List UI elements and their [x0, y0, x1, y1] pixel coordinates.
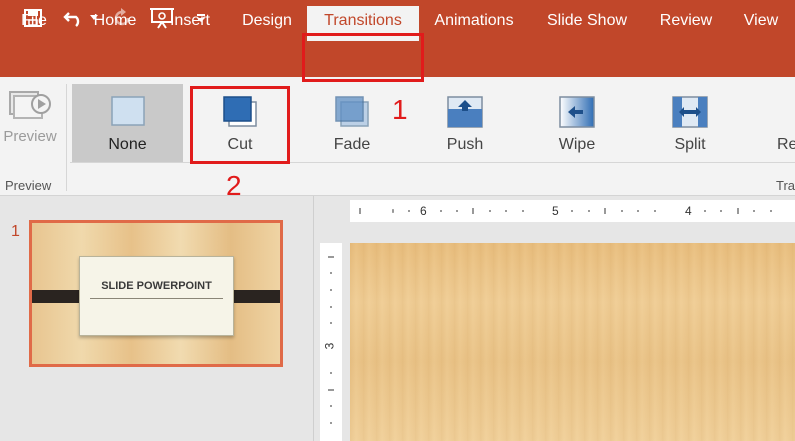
undo-icon[interactable]	[62, 6, 86, 30]
transition-push[interactable]: Push	[414, 84, 516, 162]
tab-insert[interactable]: Insert	[160, 0, 220, 41]
transition-wipe[interactable]: Wipe	[526, 84, 628, 162]
preview-button-label: Preview	[3, 128, 57, 145]
ruler-mark-6: 6	[420, 204, 427, 218]
gallery-divider	[70, 162, 795, 163]
tab-home[interactable]: Home	[84, 0, 146, 41]
wipe-effect-icon	[559, 96, 595, 128]
transition-fade-label: Fade	[333, 136, 371, 153]
transition-fade[interactable]: Fade	[300, 84, 404, 162]
tab-animations[interactable]: Animations	[425, 0, 523, 41]
powerpoint-window: File Home Insert Design Transitions Anim…	[0, 0, 795, 441]
transition-push-label: Push	[446, 136, 484, 153]
transition-wipe-label: Wipe	[558, 136, 596, 153]
slide-number: 1	[11, 223, 20, 240]
slide-title: SLIDE POWERPOINT	[101, 280, 212, 292]
transition-none[interactable]: None	[72, 84, 183, 162]
slide-bar-left	[32, 290, 81, 303]
slide-canvas[interactable]	[350, 243, 795, 441]
split-effect-icon	[672, 96, 708, 128]
slide-title-box: SLIDE POWERPOINT	[79, 256, 234, 336]
horizontal-ruler: 6 5 4	[350, 200, 795, 222]
tab-slide-show[interactable]: Slide Show	[538, 0, 636, 41]
vertical-ruler: 3	[320, 243, 342, 441]
preview-icon	[9, 91, 51, 119]
slide-title-underline	[90, 298, 223, 299]
horizontal-ruler-ticks	[359, 208, 772, 214]
preview-group-label: Preview	[5, 178, 52, 193]
ruler-mark-4: 4	[685, 204, 692, 218]
tab-design[interactable]: Design	[234, 0, 300, 41]
transition-reveal-label: Re	[777, 136, 795, 153]
transitions-group-label: Tra	[776, 178, 795, 193]
transition-none-label: None	[108, 136, 147, 153]
transition-split-label: Split	[674, 136, 706, 153]
tab-file[interactable]: File	[10, 0, 58, 41]
slide-bar-right	[231, 290, 280, 303]
ruler-mark-5: 5	[552, 204, 559, 218]
slide-thumbnail[interactable]: SLIDE POWERPOINT	[29, 220, 283, 367]
group-separator	[66, 84, 67, 191]
fade-effect-icon	[335, 96, 369, 127]
push-effect-icon	[447, 96, 483, 128]
ruler-mark-3: 3	[322, 342, 337, 350]
cut-highlight	[190, 86, 290, 164]
step-number-1: 1	[392, 94, 408, 125]
tab-view[interactable]: View	[733, 0, 789, 41]
transition-split[interactable]: Split	[640, 84, 740, 162]
transition-reveal-partial[interactable]: Re	[760, 84, 795, 162]
none-effect-icon	[110, 96, 145, 126]
transitions-tab-highlight	[302, 33, 424, 82]
tab-review[interactable]: Review	[650, 0, 722, 41]
